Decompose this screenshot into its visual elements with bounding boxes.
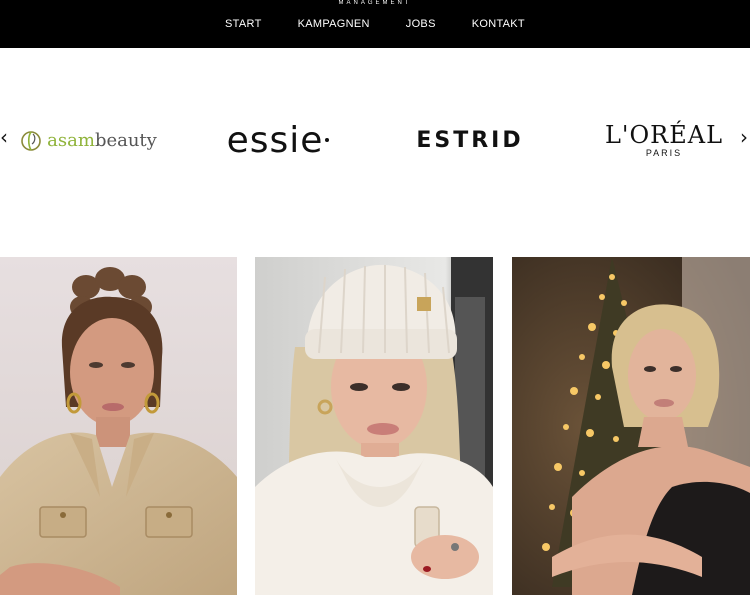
registered-mark xyxy=(325,138,330,142)
logo-essie[interactable]: essie xyxy=(214,115,342,165)
estrid-wordmark: ESTRID xyxy=(416,127,524,153)
brand-name: MANAGEMENT xyxy=(338,0,412,5)
nav-kampagnen[interactable]: KAMPAGNEN xyxy=(298,18,370,30)
nav-start[interactable]: START xyxy=(225,18,262,30)
asambeauty-emblem-icon xyxy=(21,131,41,151)
main-nav: START KAMPAGNEN JOBS KONTAKT xyxy=(0,18,750,30)
loreal-subtitle: PARIS xyxy=(645,148,683,158)
asambeauty-suffix: beauty xyxy=(94,129,157,151)
model-photo-beanie[interactable] xyxy=(255,257,493,595)
asambeauty-prefix: asam xyxy=(47,129,95,151)
essie-wordmark: essie xyxy=(226,119,324,161)
nav-kontakt[interactable]: KONTAKT xyxy=(472,18,525,30)
model-gallery xyxy=(0,257,750,595)
model-photo-christmas-tree[interactable] xyxy=(512,257,750,595)
top-navigation-bar: MANAGEMENT START KAMPAGNEN JOBS KONTAKT xyxy=(0,0,750,48)
chevron-left-icon[interactable]: ‹ xyxy=(0,125,8,149)
brand-logo-carousel: ‹ asambeauty essie ESTRID L'ORÉAL PARIS … xyxy=(0,95,750,185)
logo-loreal[interactable]: L'ORÉAL PARIS xyxy=(598,115,730,165)
loreal-wordmark: L'ORÉAL xyxy=(604,121,724,149)
logo-estrid[interactable]: ESTRID xyxy=(400,115,540,165)
nav-jobs[interactable]: JOBS xyxy=(406,18,436,30)
chevron-right-icon[interactable]: › xyxy=(740,125,748,149)
model-photo-braids[interactable] xyxy=(0,257,237,595)
logo-asambeauty[interactable]: asambeauty xyxy=(18,115,158,165)
